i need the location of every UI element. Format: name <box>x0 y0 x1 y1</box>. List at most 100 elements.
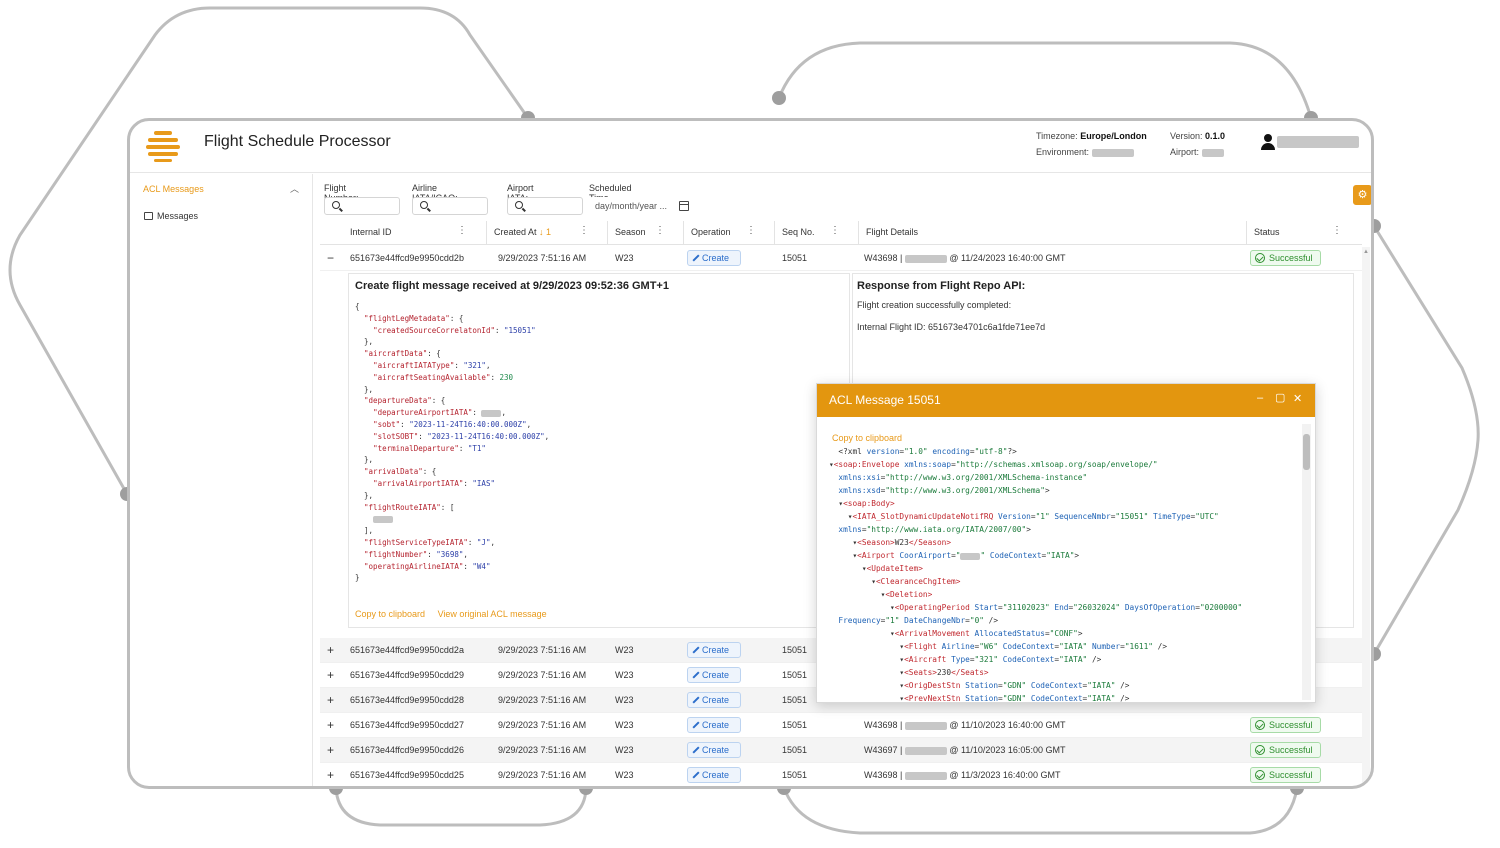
expand-toggle[interactable]: + <box>327 668 334 682</box>
search-icon <box>515 201 523 209</box>
create-operation-button[interactable]: Create <box>687 250 741 266</box>
copy-to-clipboard-link[interactable]: Copy to clipboard <box>355 609 425 619</box>
create-operation-button[interactable]: Create <box>687 767 741 783</box>
cell-season: W23 <box>615 645 634 655</box>
kebab-icon[interactable]: ⋮ <box>746 225 756 236</box>
cell-seq-no: 15051 <box>782 253 808 263</box>
status-badge: Successful <box>1250 717 1321 733</box>
user-name-redacted[interactable] <box>1277 136 1359 148</box>
cell-created-at: 9/29/2023 7:51:16 AM <box>498 670 587 680</box>
cell-internal-id: 651673e44ffcd9e9950cdd2b <box>350 253 464 263</box>
cell-season: W23 <box>615 720 634 730</box>
copy-to-clipboard-link[interactable]: Copy to clipboard <box>832 433 902 443</box>
env-info: Timezone: Europe/London Environment: <box>1036 128 1147 160</box>
create-operation-button[interactable]: Create <box>687 742 741 758</box>
pencil-icon <box>692 721 700 729</box>
col-status[interactable]: Status <box>1254 227 1280 237</box>
expand-toggle[interactable]: + <box>327 743 334 757</box>
expand-toggle[interactable]: + <box>327 643 334 657</box>
cell-internal-id: 651673e44ffcd9e9950cdd26 <box>350 745 464 755</box>
cell-season: W23 <box>615 670 634 680</box>
cell-internal-id: 651673e44ffcd9e9950cdd27 <box>350 720 464 730</box>
create-operation-button[interactable]: Create <box>687 642 741 658</box>
cell-seq-no: 15051 <box>782 720 808 730</box>
sidebar-item-messages[interactable]: Messages <box>144 211 198 221</box>
col-internal-id[interactable]: Internal ID <box>350 227 392 237</box>
dialog-titlebar[interactable]: ACL Message 15051 – ▢ ✕ <box>817 384 1315 417</box>
airport-input[interactable] <box>507 197 583 215</box>
kebab-icon[interactable]: ⋮ <box>457 225 467 236</box>
flight-number-input[interactable] <box>324 197 400 215</box>
version-info: Version: 0.1.0 Airport: <box>1170 128 1225 160</box>
pencil-icon <box>692 746 700 754</box>
expand-toggle[interactable]: + <box>327 718 334 732</box>
date-placeholder: day/month/year ... <box>595 201 668 211</box>
pencil-icon <box>692 646 700 654</box>
sidebar: ACL Messages ︿ Messages <box>130 174 313 786</box>
expand-toggle[interactable]: + <box>327 768 334 782</box>
settings-icon: ⚙ <box>1357 189 1368 201</box>
settings-button[interactable]: ⚙ <box>1353 185 1371 205</box>
create-operation-button[interactable]: Create <box>687 667 741 683</box>
close-icon[interactable]: ✕ <box>1293 392 1302 405</box>
cell-season: W23 <box>615 253 634 263</box>
scroll-up-icon[interactable]: ▲ <box>1363 249 1369 255</box>
check-circle-icon <box>1255 253 1265 263</box>
cell-internal-id: 651673e44ffcd9e9950cdd28 <box>350 695 464 705</box>
calendar-icon[interactable] <box>679 201 689 211</box>
timezone-value: Europe/London <box>1080 131 1147 141</box>
pencil-icon <box>692 671 700 679</box>
cell-seq-no: 15051 <box>782 645 808 655</box>
kebab-icon[interactable]: ⋮ <box>655 225 665 236</box>
check-circle-icon <box>1255 745 1265 755</box>
table-row[interactable]: + 651673e44ffcd9e9950cdd25 9/29/2023 7:5… <box>320 763 1362 786</box>
kebab-icon[interactable]: ⋮ <box>579 225 589 236</box>
create-operation-button[interactable]: Create <box>687 717 741 733</box>
acl-message-dialog: ACL Message 15051 – ▢ ✕ Copy to clipboar… <box>816 383 1316 703</box>
create-operation-button[interactable]: Create <box>687 692 741 708</box>
col-seq-no[interactable]: Seq No. <box>782 227 815 237</box>
airport-label: Airport: <box>1170 147 1200 157</box>
cell-flight-details: W43698 | @ 11/3/2023 16:40:00 GMT <box>864 770 1061 780</box>
check-circle-icon <box>1255 770 1265 780</box>
scheduled-time-input[interactable]: day/month/year ... <box>589 197 696 215</box>
chevron-up-icon[interactable]: ︿ <box>290 182 299 195</box>
collapse-toggle[interactable]: − <box>327 251 334 265</box>
user-icon[interactable] <box>1261 134 1275 150</box>
table-row[interactable]: + 651673e44ffcd9e9950cdd26 9/29/2023 7:5… <box>320 738 1362 763</box>
check-circle-icon <box>1255 720 1265 730</box>
json-code-block: { "flightLegMetadata": { "createdSourceC… <box>355 302 550 583</box>
col-created-at[interactable]: Created At ↓ 1 <box>494 227 551 237</box>
cell-flight-details: W43698 | @ 11/24/2023 16:40:00 GMT <box>864 253 1066 263</box>
expand-toggle[interactable]: + <box>327 693 334 707</box>
xml-code-block: <?xml version="1.0" encoding="utf-8"?> ▾… <box>829 447 1243 703</box>
sort-indicator: ↓ 1 <box>539 227 552 237</box>
col-season[interactable]: Season <box>615 227 646 237</box>
maximize-icon[interactable]: ▢ <box>1275 391 1285 404</box>
kebab-icon[interactable]: ⋮ <box>830 225 840 236</box>
cell-season: W23 <box>615 695 634 705</box>
logo-icon <box>146 129 180 162</box>
table-row[interactable]: + 651673e44ffcd9e9950cdd27 9/29/2023 7:5… <box>320 713 1362 738</box>
grid-scrollbar[interactable]: ▲ <box>1362 247 1370 786</box>
airline-input[interactable] <box>412 197 488 215</box>
dialog-scrollbar[interactable] <box>1302 424 1311 700</box>
pencil-icon <box>692 696 700 704</box>
sidebar-section-acl-messages[interactable]: ACL Messages <box>143 184 204 194</box>
cell-season: W23 <box>615 745 634 755</box>
col-flight-details[interactable]: Flight Details <box>866 227 918 237</box>
col-operation[interactable]: Operation <box>691 227 731 237</box>
pencil-icon <box>692 254 700 262</box>
cell-internal-id: 651673e44ffcd9e9950cdd2a <box>350 645 464 655</box>
json-message-card: Create flight message received at 9/29/2… <box>348 273 850 628</box>
kebab-icon[interactable]: ⋮ <box>1332 225 1342 236</box>
cell-seq-no: 15051 <box>782 770 808 780</box>
environment-label: Environment: <box>1036 147 1090 157</box>
cell-created-at: 9/29/2023 7:51:16 AM <box>498 645 587 655</box>
table-row[interactable]: − 651673e44ffcd9e9950cdd2b 9/29/2023 7:5… <box>320 246 1362 271</box>
scroll-thumb[interactable] <box>1303 434 1310 470</box>
version-label: Version: <box>1170 131 1203 141</box>
view-original-acl-link[interactable]: View original ACL message <box>438 609 547 619</box>
minimize-icon[interactable]: – <box>1257 392 1263 404</box>
json-card-links: Copy to clipboard View original ACL mess… <box>355 609 557 619</box>
